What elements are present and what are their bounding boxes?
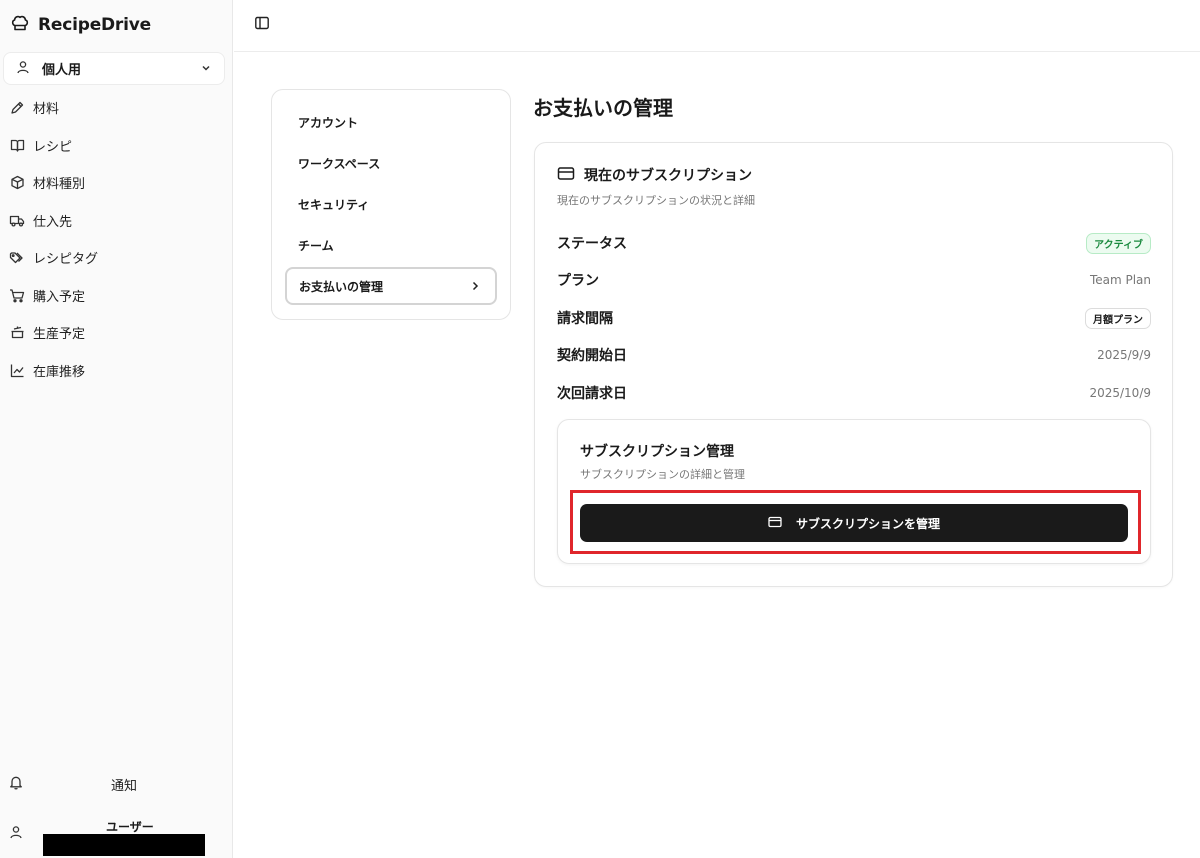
notifications-label: 通知 (111, 778, 138, 794)
start-date-value: 2025/9/9 (1097, 348, 1151, 362)
sidebar-item-label: 材料 (33, 102, 60, 118)
settings-item-label: アカウント (298, 115, 359, 130)
card-title: 現在のサブスクリプション (584, 168, 752, 184)
workspace-label: 個人用 (42, 63, 82, 78)
notifications-item[interactable]: 通知 (0, 768, 233, 800)
billing-interval-badge: 月額プラン (1085, 307, 1151, 329)
status-row: ステータス アクティブ (557, 231, 1151, 255)
app-name: RecipeDrive (38, 15, 151, 35)
settings-item-account[interactable]: アカウント (285, 103, 497, 141)
plan-value: Team Plan (1089, 273, 1151, 287)
user-menu[interactable]: ユーザー (0, 814, 233, 858)
settings-item-workspace[interactable]: ワークスペース (285, 144, 497, 182)
start-date-row: 契約開始日 2025/9/9 (557, 343, 1151, 367)
billing-interval-label: 請求間隔 (557, 311, 613, 327)
card-header: 現在のサブスクリプション (557, 165, 752, 185)
sidebar-item-label: 仕入先 (33, 214, 73, 230)
sidebar-item-inventory-trends[interactable]: 在庫推移 (0, 352, 233, 390)
sidebar-item-ingredient-types[interactable]: 材料種別 (0, 164, 233, 202)
settings-item-billing[interactable]: お支払いの管理 (285, 267, 497, 305)
current-subscription-card: 現在のサブスクリプション 現在のサブスクリプションの状況と詳細 ステータス アク… (534, 142, 1173, 587)
bell-icon (9, 775, 23, 794)
manage-subscription-label: サブスクリプションを管理 (795, 516, 940, 531)
box-icon (9, 175, 25, 191)
sidebar-item-recipes[interactable]: レシピ (0, 127, 233, 165)
settings-item-team[interactable]: チーム (285, 226, 497, 264)
truck-icon (9, 212, 25, 228)
page-title: お支払いの管理 (533, 96, 673, 120)
sidebar-item-ingredients[interactable]: 材料 (0, 89, 233, 127)
plan-label: プラン (557, 273, 599, 289)
chart-line-icon (9, 362, 25, 378)
tag-icon (9, 250, 25, 266)
sidebar-item-label: レシピタグ (33, 252, 99, 268)
sidebar-item-label: 在庫推移 (33, 364, 86, 380)
settings-item-label: お支払いの管理 (299, 279, 384, 294)
management-title: サブスクリプション管理 (580, 444, 734, 460)
plan-row: プラン Team Plan (557, 268, 1151, 292)
manage-subscription-button[interactable]: サブスクリプションを管理 (580, 504, 1128, 542)
chef-hat-icon (10, 13, 30, 37)
sidebar-toggle-icon[interactable] (254, 15, 270, 31)
settings-item-label: チーム (298, 238, 334, 253)
sidebar-item-purchase-plans[interactable]: 購入予定 (0, 277, 233, 315)
book-icon (9, 137, 25, 153)
settings-item-label: ワークスペース (298, 156, 381, 171)
sidebar-item-production-plans[interactable]: 生産予定 (0, 314, 233, 352)
credit-card-icon (557, 166, 575, 185)
workspace-select[interactable]: 個人用 (3, 52, 225, 85)
next-billing-row: 次回請求日 2025/10/9 (557, 381, 1151, 405)
management-description: サブスクリプションの詳細と管理 (580, 468, 745, 481)
sidebar-nav: 材料 レシピ 材料種別 仕入先 レシピタグ 購入予定 生産予定 在庫推移 (0, 89, 233, 389)
sidebar-item-label: 材料種別 (33, 177, 86, 193)
top-bar (234, 0, 1200, 52)
billing-interval-row: 請求間隔 月額プラン (557, 306, 1151, 330)
start-date-label: 契約開始日 (557, 348, 627, 364)
settings-menu: アカウント ワークスペース セキュリティ チーム お支払いの管理 (271, 89, 511, 320)
sidebar-item-recipe-tags[interactable]: レシピタグ (0, 239, 233, 277)
pen-icon (9, 100, 25, 116)
next-billing-label: 次回請求日 (557, 386, 627, 402)
redacted-user-email (43, 834, 205, 856)
chevron-down-icon (200, 59, 212, 78)
status-badge: アクティブ (1086, 232, 1151, 254)
status-label: ステータス (557, 236, 627, 252)
user-label: ユーザー (106, 820, 154, 834)
next-billing-value: 2025/10/9 (1089, 386, 1151, 400)
sidebar-item-label: レシピ (33, 139, 73, 155)
settings-item-security[interactable]: セキュリティ (285, 185, 497, 223)
sidebar-item-label: 購入予定 (33, 289, 86, 305)
subscription-management-card: サブスクリプション管理 サブスクリプションの詳細と管理 サブスクリプションを管理 (557, 419, 1151, 564)
card-description: 現在のサブスクリプションの状況と詳細 (557, 194, 755, 207)
credit-card-icon (768, 516, 782, 531)
sidebar-item-suppliers[interactable]: 仕入先 (0, 202, 233, 240)
chevron-right-icon (469, 280, 481, 295)
brand[interactable]: RecipeDrive (10, 12, 151, 38)
sidebar: RecipeDrive 個人用 材料 レシピ 材料種別 仕入先 レシピタグ 購入… (0, 0, 233, 858)
settings-item-label: セキュリティ (298, 197, 370, 212)
pot-icon (9, 325, 25, 341)
cart-icon (9, 287, 25, 303)
person-icon (16, 59, 30, 78)
person-icon (9, 824, 23, 843)
sidebar-item-label: 生産予定 (33, 327, 86, 343)
